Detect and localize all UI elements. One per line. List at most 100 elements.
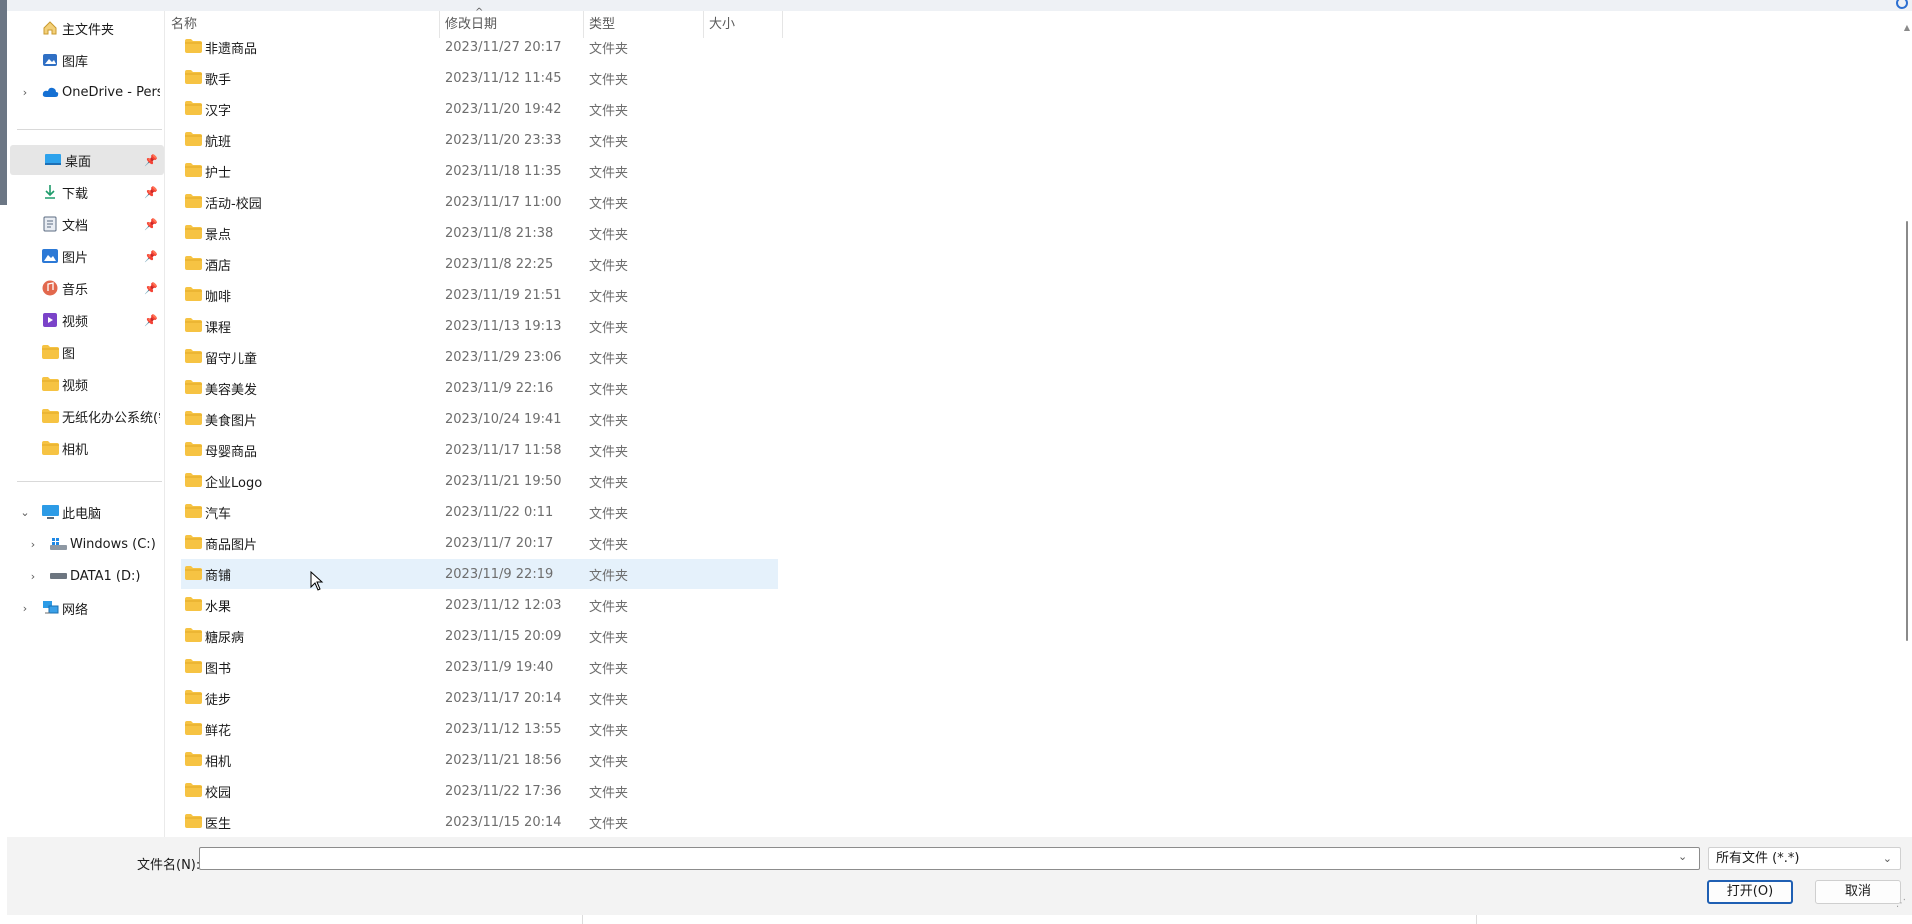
pin-icon[interactable]: 📌 <box>144 218 158 231</box>
folder-icon <box>185 318 202 332</box>
file-row[interactable]: 非遗商品 2023/11/27 20:17 文件夹 <box>181 32 778 62</box>
nav-item-label: 主文件夹 <box>62 22 115 38</box>
home-icon <box>41 20 59 36</box>
file-name: 企业Logo <box>205 475 263 491</box>
folder-icon <box>185 132 202 146</box>
folder-icon <box>185 628 202 642</box>
chevron-right-icon[interactable]: › <box>27 538 39 551</box>
nav-item[interactable]: 相机 <box>7 433 164 463</box>
nav-item[interactable]: 视频 📌 <box>7 305 164 335</box>
file-row[interactable]: 汽车 2023/11/22 0:11 文件夹 <box>181 497 778 527</box>
file-row[interactable]: 留守儿童 2023/11/29 23:06 文件夹 <box>181 342 778 372</box>
file-row[interactable]: 糖尿病 2023/11/15 20:09 文件夹 <box>181 621 778 651</box>
file-row[interactable]: 鲜花 2023/11/12 13:55 文件夹 <box>181 714 778 744</box>
scroll-up-icon[interactable]: ▲ <box>1904 23 1910 32</box>
filename-dropdown-icon[interactable]: ⌄ <box>1678 850 1687 863</box>
pin-icon[interactable]: 📌 <box>144 186 158 199</box>
file-row[interactable]: 徒步 2023/11/17 20:14 文件夹 <box>181 683 778 713</box>
background-edge <box>0 0 7 205</box>
chevron-down-icon: ⌄ <box>1882 852 1892 865</box>
resize-grip-icon[interactable]: ⋰ <box>1896 898 1906 909</box>
nav-item-label: 图片 <box>62 250 89 266</box>
help-icon[interactable] <box>1896 0 1908 9</box>
chevron-down-icon[interactable]: ⌄ <box>19 506 31 519</box>
file-row[interactable]: 图书 2023/11/9 19:40 文件夹 <box>181 652 778 682</box>
file-type: 文件夹 <box>589 41 629 57</box>
cancel-button[interactable]: 取消 <box>1815 880 1901 904</box>
file-date: 2023/11/9 19:40 <box>445 659 554 675</box>
file-type: 文件夹 <box>589 72 629 88</box>
nav-item[interactable]: › Windows (C:) <box>7 529 164 559</box>
nav-item-label: 视频 <box>62 378 89 394</box>
nav-item[interactable]: 桌面 📌 <box>10 145 164 175</box>
folder-icon <box>185 597 202 611</box>
scrollbar-thumb[interactable] <box>1906 221 1908 641</box>
file-row[interactable]: 歌手 2023/11/12 11:45 文件夹 <box>181 63 778 93</box>
nav-item[interactable]: ⌄ 此电脑 <box>7 497 164 527</box>
file-row[interactable]: 航班 2023/11/20 23:33 文件夹 <box>181 125 778 155</box>
file-row[interactable]: 商铺 2023/11/9 22:19 文件夹 <box>181 559 778 589</box>
sidebar-separator <box>17 129 162 130</box>
filetype-select[interactable]: 所有文件 (*.*) ⌄ <box>1708 847 1901 870</box>
file-row[interactable]: 医生 2023/11/15 20:14 文件夹 <box>181 807 778 837</box>
nav-item[interactable]: 图库 <box>7 45 164 75</box>
folder-icon <box>185 380 202 394</box>
pin-icon[interactable]: 📌 <box>144 250 158 263</box>
file-row[interactable]: 校园 2023/11/22 17:36 文件夹 <box>181 776 778 806</box>
file-row[interactable]: 咖啡 2023/11/19 21:51 文件夹 <box>181 280 778 310</box>
file-row[interactable]: 酒店 2023/11/8 22:25 文件夹 <box>181 249 778 279</box>
nav-item[interactable]: 图 <box>7 337 164 367</box>
nav-item[interactable]: 文档 📌 <box>7 209 164 239</box>
file-name: 商品图片 <box>205 537 258 553</box>
open-button[interactable]: 打开(O) <box>1707 880 1793 904</box>
file-row[interactable]: 美食图片 2023/10/24 19:41 文件夹 <box>181 404 778 434</box>
nav-item[interactable]: 视频 <box>7 369 164 399</box>
background-strip <box>0 915 1912 924</box>
pin-icon[interactable]: 📌 <box>144 154 158 167</box>
file-row[interactable]: 景点 2023/11/8 21:38 文件夹 <box>181 218 778 248</box>
file-row[interactable]: 汉字 2023/11/20 19:42 文件夹 <box>181 94 778 124</box>
nav-item-label: 桌面 <box>65 154 92 170</box>
file-row[interactable]: 企业Logo 2023/11/21 19:50 文件夹 <box>181 466 778 496</box>
file-row[interactable]: 商品图片 2023/11/7 20:17 文件夹 <box>181 528 778 558</box>
folder-icon <box>185 783 202 797</box>
file-row[interactable]: 母婴商品 2023/11/17 11:58 文件夹 <box>181 435 778 465</box>
nav-item[interactable]: 图片 📌 <box>7 241 164 271</box>
chevron-right-icon[interactable]: › <box>27 570 39 583</box>
nav-item-label: 图库 <box>62 54 89 70</box>
nav-item[interactable]: 下载 📌 <box>7 177 164 207</box>
file-type: 文件夹 <box>589 413 629 429</box>
file-row[interactable]: 护士 2023/11/18 11:35 文件夹 <box>181 156 778 186</box>
column-divider[interactable] <box>782 11 783 38</box>
folder-icon <box>185 163 202 177</box>
file-row[interactable]: 相机 2023/11/21 18:56 文件夹 <box>181 745 778 775</box>
file-date: 2023/11/12 13:55 <box>445 721 562 737</box>
file-name: 校园 <box>205 785 232 801</box>
chevron-right-icon[interactable]: › <box>19 602 31 615</box>
file-row[interactable]: 活动-校园 2023/11/17 11:00 文件夹 <box>181 187 778 217</box>
file-type: 文件夹 <box>589 754 629 770</box>
file-row[interactable]: 水果 2023/11/12 12:03 文件夹 <box>181 590 778 620</box>
file-type: 文件夹 <box>589 537 629 553</box>
file-row[interactable]: 美容美发 2023/11/9 22:16 文件夹 <box>181 373 778 403</box>
nav-item[interactable]: 无纸化办公系统(需 <box>7 401 164 431</box>
navigation-pane: 主文件夹图库›OneDrive - Perso桌面📌下载📌文档📌图片📌音乐📌视频… <box>7 11 165 837</box>
dialog-footer: 文件名(N): ⌄ 所有文件 (*.*) ⌄ 打开(O) 取消 ⋰ <box>7 837 1912 915</box>
file-type: 文件夹 <box>589 723 629 739</box>
nav-item[interactable]: › 网络 <box>7 593 164 623</box>
scrollbar[interactable]: ▲ <box>1900 11 1912 837</box>
pin-icon[interactable]: 📌 <box>144 282 158 295</box>
file-name: 汽车 <box>205 506 232 522</box>
folder-icon <box>185 70 202 84</box>
file-name: 母婴商品 <box>205 444 258 460</box>
nav-item[interactable]: 主文件夹 <box>7 13 164 43</box>
background-edge-lower <box>0 205 7 924</box>
file-row[interactable]: 课程 2023/11/13 19:13 文件夹 <box>181 311 778 341</box>
nav-item[interactable]: 音乐 📌 <box>7 273 164 303</box>
chevron-right-icon[interactable]: › <box>19 86 31 99</box>
pin-icon[interactable]: 📌 <box>144 314 158 327</box>
filename-input[interactable] <box>199 847 1700 870</box>
nav-item[interactable]: › DATA1 (D:) <box>7 561 164 591</box>
nav-item[interactable]: › OneDrive - Perso <box>7 77 164 107</box>
sidebar-separator <box>17 481 162 482</box>
